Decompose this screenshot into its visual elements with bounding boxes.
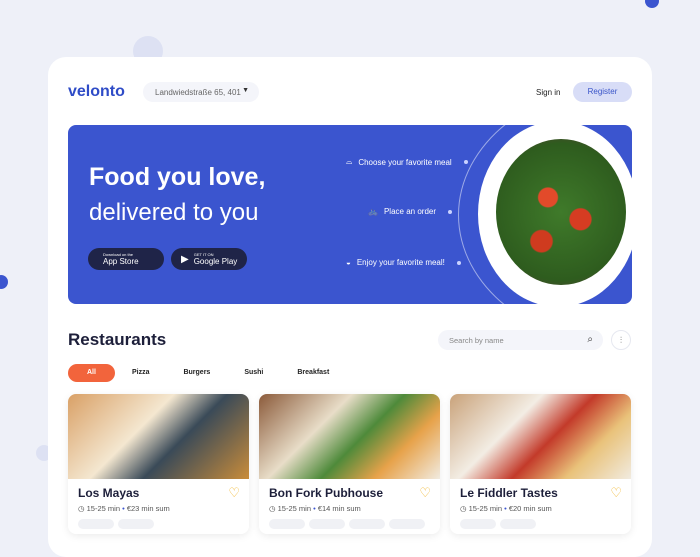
decor-circle	[0, 275, 8, 289]
restaurant-card[interactable]: Le Fiddler Tastes ◷ 15-25 min • €20 min …	[450, 394, 631, 534]
filter-button[interactable]: ⫶	[611, 330, 631, 350]
sign-in-link[interactable]: Sign in	[536, 88, 560, 97]
heart-icon[interactable]: ♡	[610, 485, 622, 501]
restaurant-image	[68, 394, 249, 479]
search-icon[interactable]: ⌕	[587, 334, 593, 345]
play-icon: ▶	[181, 253, 189, 265]
step-choose: ⌓ Choose your favorite meal	[346, 157, 468, 167]
address-selector[interactable]: Landwiedstraße 65, 401 ▼	[143, 82, 259, 102]
register-button[interactable]: Register	[573, 82, 632, 102]
tab-burgers[interactable]: Burgers	[166, 364, 227, 382]
tab-all[interactable]: All	[68, 364, 115, 382]
salad-image	[496, 139, 626, 285]
restaurant-card[interactable]: Los Mayas ◷ 15-25 min • €23 min sum ♡	[68, 394, 249, 534]
google-play-label: Google Play	[193, 257, 238, 266]
step-label: Choose your favorite meal	[358, 157, 452, 167]
decor-circle	[645, 0, 659, 8]
restaurant-image	[450, 394, 631, 479]
tab-pizza[interactable]: Pizza	[115, 364, 167, 382]
tab-sushi[interactable]: Sushi	[227, 364, 280, 382]
app-window: velonto Landwiedstraße 65, 401 ▼ Sign in …	[48, 57, 652, 557]
address-text: Landwiedstraße 65, 401	[155, 88, 241, 97]
restaurant-meta: ◷ 15-25 min • €14 min sum	[269, 504, 361, 513]
category-tabs: All Pizza Burgers Sushi Breakfast	[68, 364, 346, 382]
search-input[interactable]: Search by name ⌕	[438, 330, 603, 350]
step-order: 🚲 Place an order	[368, 207, 452, 216]
restaurant-card[interactable]: Bon Fork Pubhouse ◷ 15-25 min • €14 min …	[259, 394, 440, 534]
food-box-icon: ◒	[346, 258, 351, 267]
search-placeholder: Search by name	[449, 336, 504, 345]
step-label: Enjoy your favorite meal!	[356, 258, 445, 267]
restaurant-meta: ◷ 15-25 min • €20 min sum	[460, 504, 552, 513]
caret-down-icon: ▼	[242, 87, 249, 94]
restaurants-title: Restaurants	[68, 330, 167, 349]
step-enjoy: ◒ Enjoy your favorite meal!	[346, 258, 461, 267]
app-store-button[interactable]: Download on the App Store	[88, 248, 164, 270]
restaurant-name: Bon Fork Pubhouse	[269, 486, 383, 500]
app-store-label: App Store	[103, 257, 139, 266]
tab-breakfast[interactable]: Breakfast	[280, 364, 346, 382]
google-play-button[interactable]: ▶ GET IT ON Google Play	[171, 248, 247, 270]
restaurant-meta: ◷ 15-25 min • €23 min sum	[78, 504, 170, 513]
delivery-bike-icon: 🚲	[368, 207, 378, 216]
restaurant-image	[259, 394, 440, 479]
restaurant-name: Le Fiddler Tastes	[460, 486, 558, 500]
sliders-icon: ⫶	[619, 335, 623, 345]
heart-icon[interactable]: ♡	[419, 485, 431, 501]
heart-icon[interactable]: ♡	[228, 485, 240, 501]
step-label: Place an order	[383, 207, 436, 216]
restaurant-name: Los Mayas	[78, 486, 140, 500]
hero-title: Food you love,	[89, 163, 266, 191]
hero-subtitle: delivered to you	[89, 199, 259, 226]
hero-banner: Food you love, delivered to you Download…	[68, 125, 632, 304]
logo[interactable]: velonto	[68, 83, 125, 101]
cloche-icon: ⌓	[346, 157, 353, 166]
